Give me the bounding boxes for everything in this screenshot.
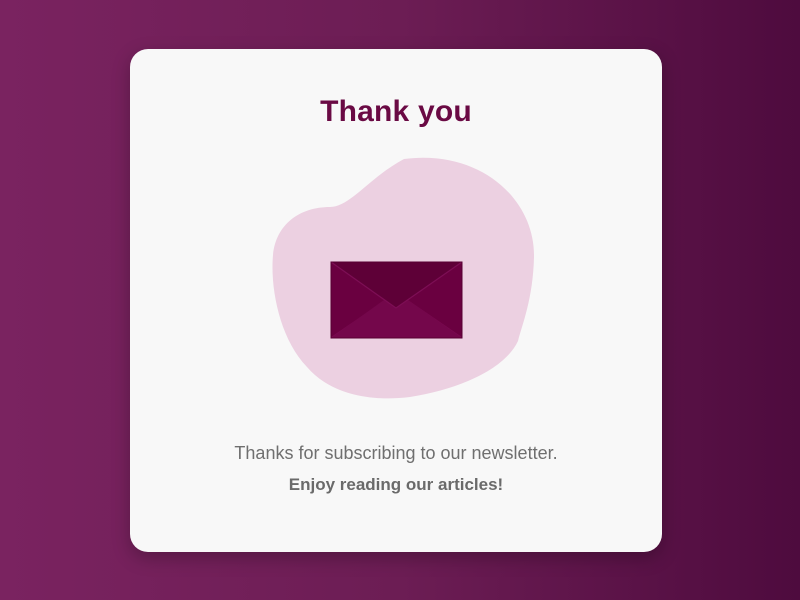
subscription-message: Thanks for subscribing to our newsletter…	[234, 443, 558, 463]
thank-you-card: Thank you Thanks for subscribing to our …	[130, 49, 662, 552]
envelope-icon	[330, 261, 463, 339]
reading-message: Enjoy reading our articles!	[288, 475, 504, 494]
